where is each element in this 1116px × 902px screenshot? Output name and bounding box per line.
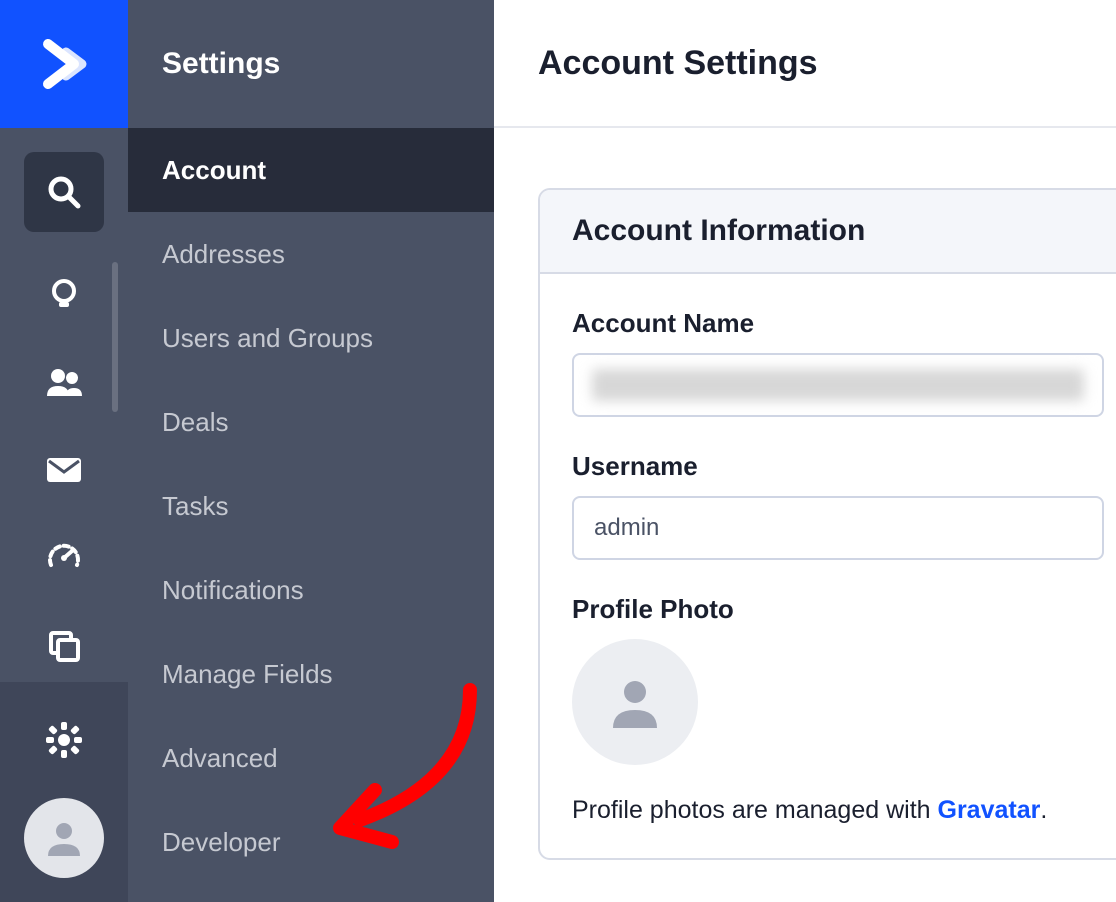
- sidebar-item-label: Tasks: [162, 491, 228, 522]
- main-content: Account Settings Account Information Acc…: [494, 0, 1116, 902]
- sidebar-item-label: Developer: [162, 827, 281, 858]
- sidebar-item-label: Addresses: [162, 239, 285, 270]
- help-suffix: .: [1040, 796, 1047, 824]
- card-title: Account Information: [540, 190, 1116, 274]
- icon-rail: [0, 0, 128, 902]
- lightbulb-icon: [46, 276, 82, 312]
- rail-search[interactable]: [24, 152, 104, 232]
- rail-gauge[interactable]: [24, 518, 104, 598]
- account-info-card: Account Information Account Name Usernam…: [538, 188, 1116, 860]
- rail-people[interactable]: [24, 342, 104, 422]
- sidebar-item-label: Account: [162, 155, 266, 186]
- sidebar-item-manage-fields[interactable]: Manage Fields: [128, 632, 494, 716]
- rail-lower: [0, 682, 128, 902]
- sidebar-item-label: Advanced: [162, 743, 278, 774]
- username-input[interactable]: [572, 496, 1104, 560]
- gear-icon: [44, 720, 84, 760]
- sidebar-item-tasks[interactable]: Tasks: [128, 464, 494, 548]
- gauge-icon: [45, 539, 83, 577]
- sidebar-item-label: Notifications: [162, 575, 304, 606]
- help-prefix: Profile photos are managed with: [572, 796, 938, 824]
- sidebar-item-label: Users and Groups: [162, 323, 373, 354]
- sidebar-item-advanced[interactable]: Advanced: [128, 716, 494, 800]
- person-icon: [42, 816, 86, 860]
- username-label: Username: [572, 451, 1104, 482]
- page-title: Account Settings: [538, 44, 818, 83]
- profile-photo-label: Profile Photo: [572, 594, 1104, 625]
- redacted-mask: [592, 369, 1084, 401]
- search-icon: [44, 172, 84, 212]
- envelope-icon: [44, 454, 84, 486]
- sidebar-item-addresses[interactable]: Addresses: [128, 212, 494, 296]
- rail-envelope[interactable]: [24, 430, 104, 510]
- account-name-label: Account Name: [572, 308, 1104, 339]
- sidebar-item-label: Manage Fields: [162, 659, 333, 690]
- brand-chevron-icon: [34, 34, 94, 94]
- sidebar-item-developer[interactable]: Developer: [128, 800, 494, 884]
- copy-icon: [46, 628, 82, 664]
- sidebar-item-notifications[interactable]: Notifications: [128, 548, 494, 632]
- rail-avatar[interactable]: [24, 798, 104, 878]
- sidebar-item-deals[interactable]: Deals: [128, 380, 494, 464]
- settings-sidebar: Settings Account Addresses Users and Gro…: [128, 0, 494, 902]
- rail-gear[interactable]: [24, 700, 104, 780]
- rail-lightbulb[interactable]: [24, 254, 104, 334]
- gravatar-link[interactable]: Gravatar: [938, 796, 1041, 824]
- rail-scrollbar[interactable]: [112, 262, 118, 412]
- rail-copy[interactable]: [24, 606, 104, 686]
- people-icon: [44, 364, 84, 400]
- sidebar-item-users-groups[interactable]: Users and Groups: [128, 296, 494, 380]
- profile-photo-placeholder[interactable]: [572, 639, 698, 765]
- logo[interactable]: [0, 0, 128, 128]
- profile-photo-help: Profile photos are managed with Gravatar…: [572, 793, 1104, 828]
- sidebar-item-label: Deals: [162, 407, 228, 438]
- sidebar-item-account[interactable]: Account: [128, 128, 494, 212]
- main-header: Account Settings: [494, 0, 1116, 128]
- person-icon: [603, 670, 667, 734]
- sidebar-title: Settings: [128, 0, 494, 128]
